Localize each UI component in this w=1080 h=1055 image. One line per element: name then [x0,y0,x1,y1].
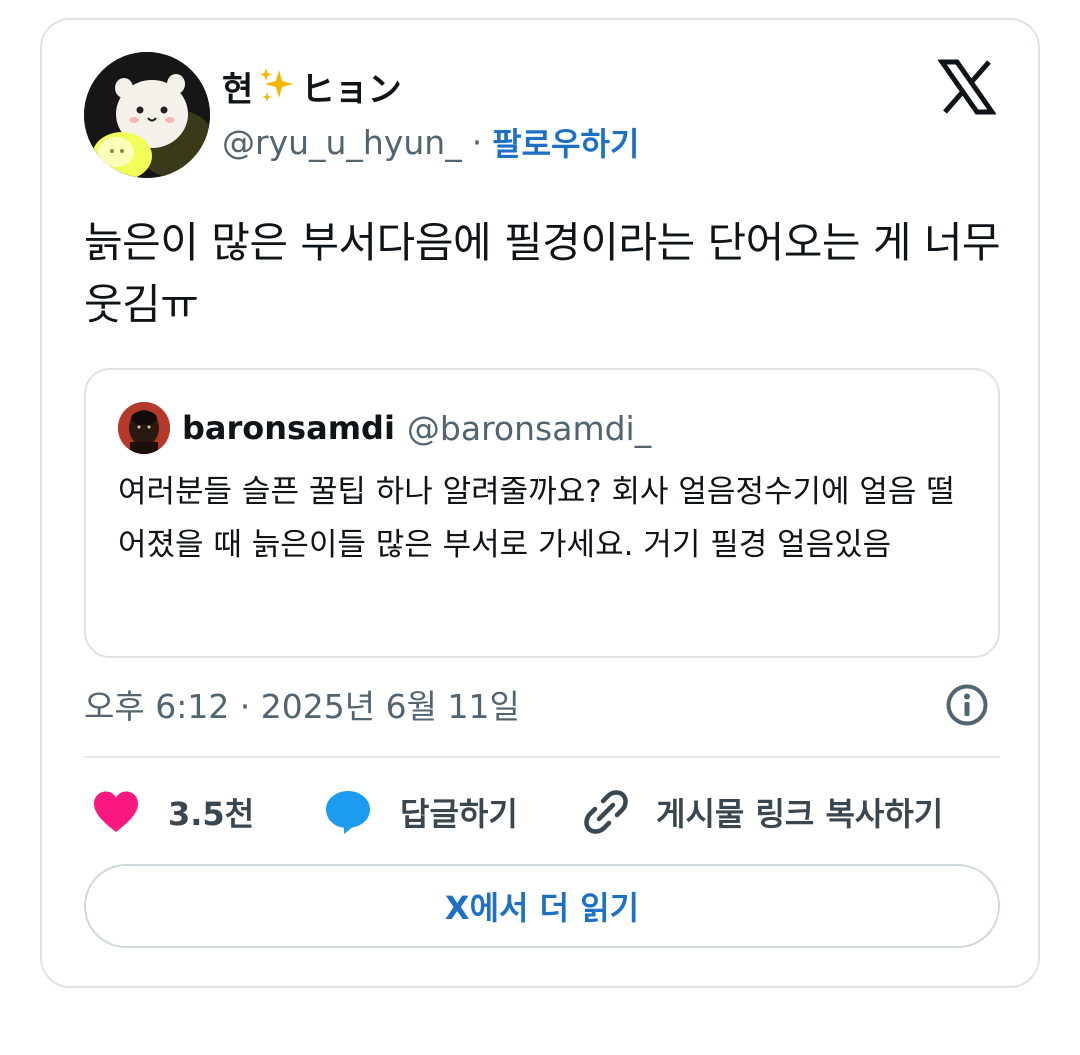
copy-link-button[interactable]: 게시물 링크 복사하기 [582,782,943,842]
heart-icon [92,790,140,834]
like-button[interactable]: 3.5천 [92,782,254,842]
author-handle-row: @ryu_u_hyun_ · 팔로우하기 [222,120,639,164]
display-name-prefix: 현 [222,69,253,110]
like-count: 3.5천 [168,795,255,833]
author-display-name[interactable]: 현 ヒョン [222,64,402,110]
quoted-header: baronsamdi @baronsamdi_ [182,404,651,452]
action-bar: 3.5천 답글하기 게시물 링크 복사하기 [84,782,1014,842]
reply-label: 답글하기 [400,795,518,833]
quoted-tweet[interactable]: baronsamdi @baronsamdi_ 여러분들 슬픈 꿀팁 하나 알려… [84,368,1000,658]
author-handle[interactable]: @ryu_u_hyun_ [222,123,462,162]
tweet-text: 늙은이 많은 부서다음에 필경이라는 단어오는 게 너무웃김ㅠ [84,218,1001,329]
quoted-tweet-text: 여러분들 슬픈 꿀팁 하나 알려줄까요? 회사 얼음정수기에 얼음 떨어졌을 때… [118,474,955,563]
sparkles-icon [257,66,297,106]
tweet-timestamp[interactable]: 오후 6:12 · 2025년 6월 11일 [84,682,520,726]
handle-separator: · [471,122,483,162]
quoted-avatar-image [118,402,170,454]
read-more-on-x-button[interactable]: X에서 더 읽기 [84,864,1000,948]
reply-button[interactable]: 답글하기 [324,782,518,842]
quoted-author-avatar [118,402,170,454]
copy-link-label: 게시물 링크 복사하기 [656,795,944,833]
follow-button[interactable]: 팔로우하기 [492,119,639,165]
speech-bubble-icon [324,789,372,835]
info-icon[interactable] [944,682,990,728]
avatar-image [84,52,210,178]
divider [84,756,1000,758]
link-icon [582,788,630,836]
author-avatar[interactable] [84,52,210,178]
embedded-tweet-card: 현 ヒョン @ryu_u_hyun_ · 팔로우하기 늙은이 많은 부서다음에 … [40,18,1040,988]
quoted-author-handle: @baronsamdi_ [406,408,652,448]
quoted-author-name: baronsamdi [182,409,395,447]
x-logo-icon[interactable] [937,58,997,116]
display-name-suffix: ヒョン [300,69,402,110]
